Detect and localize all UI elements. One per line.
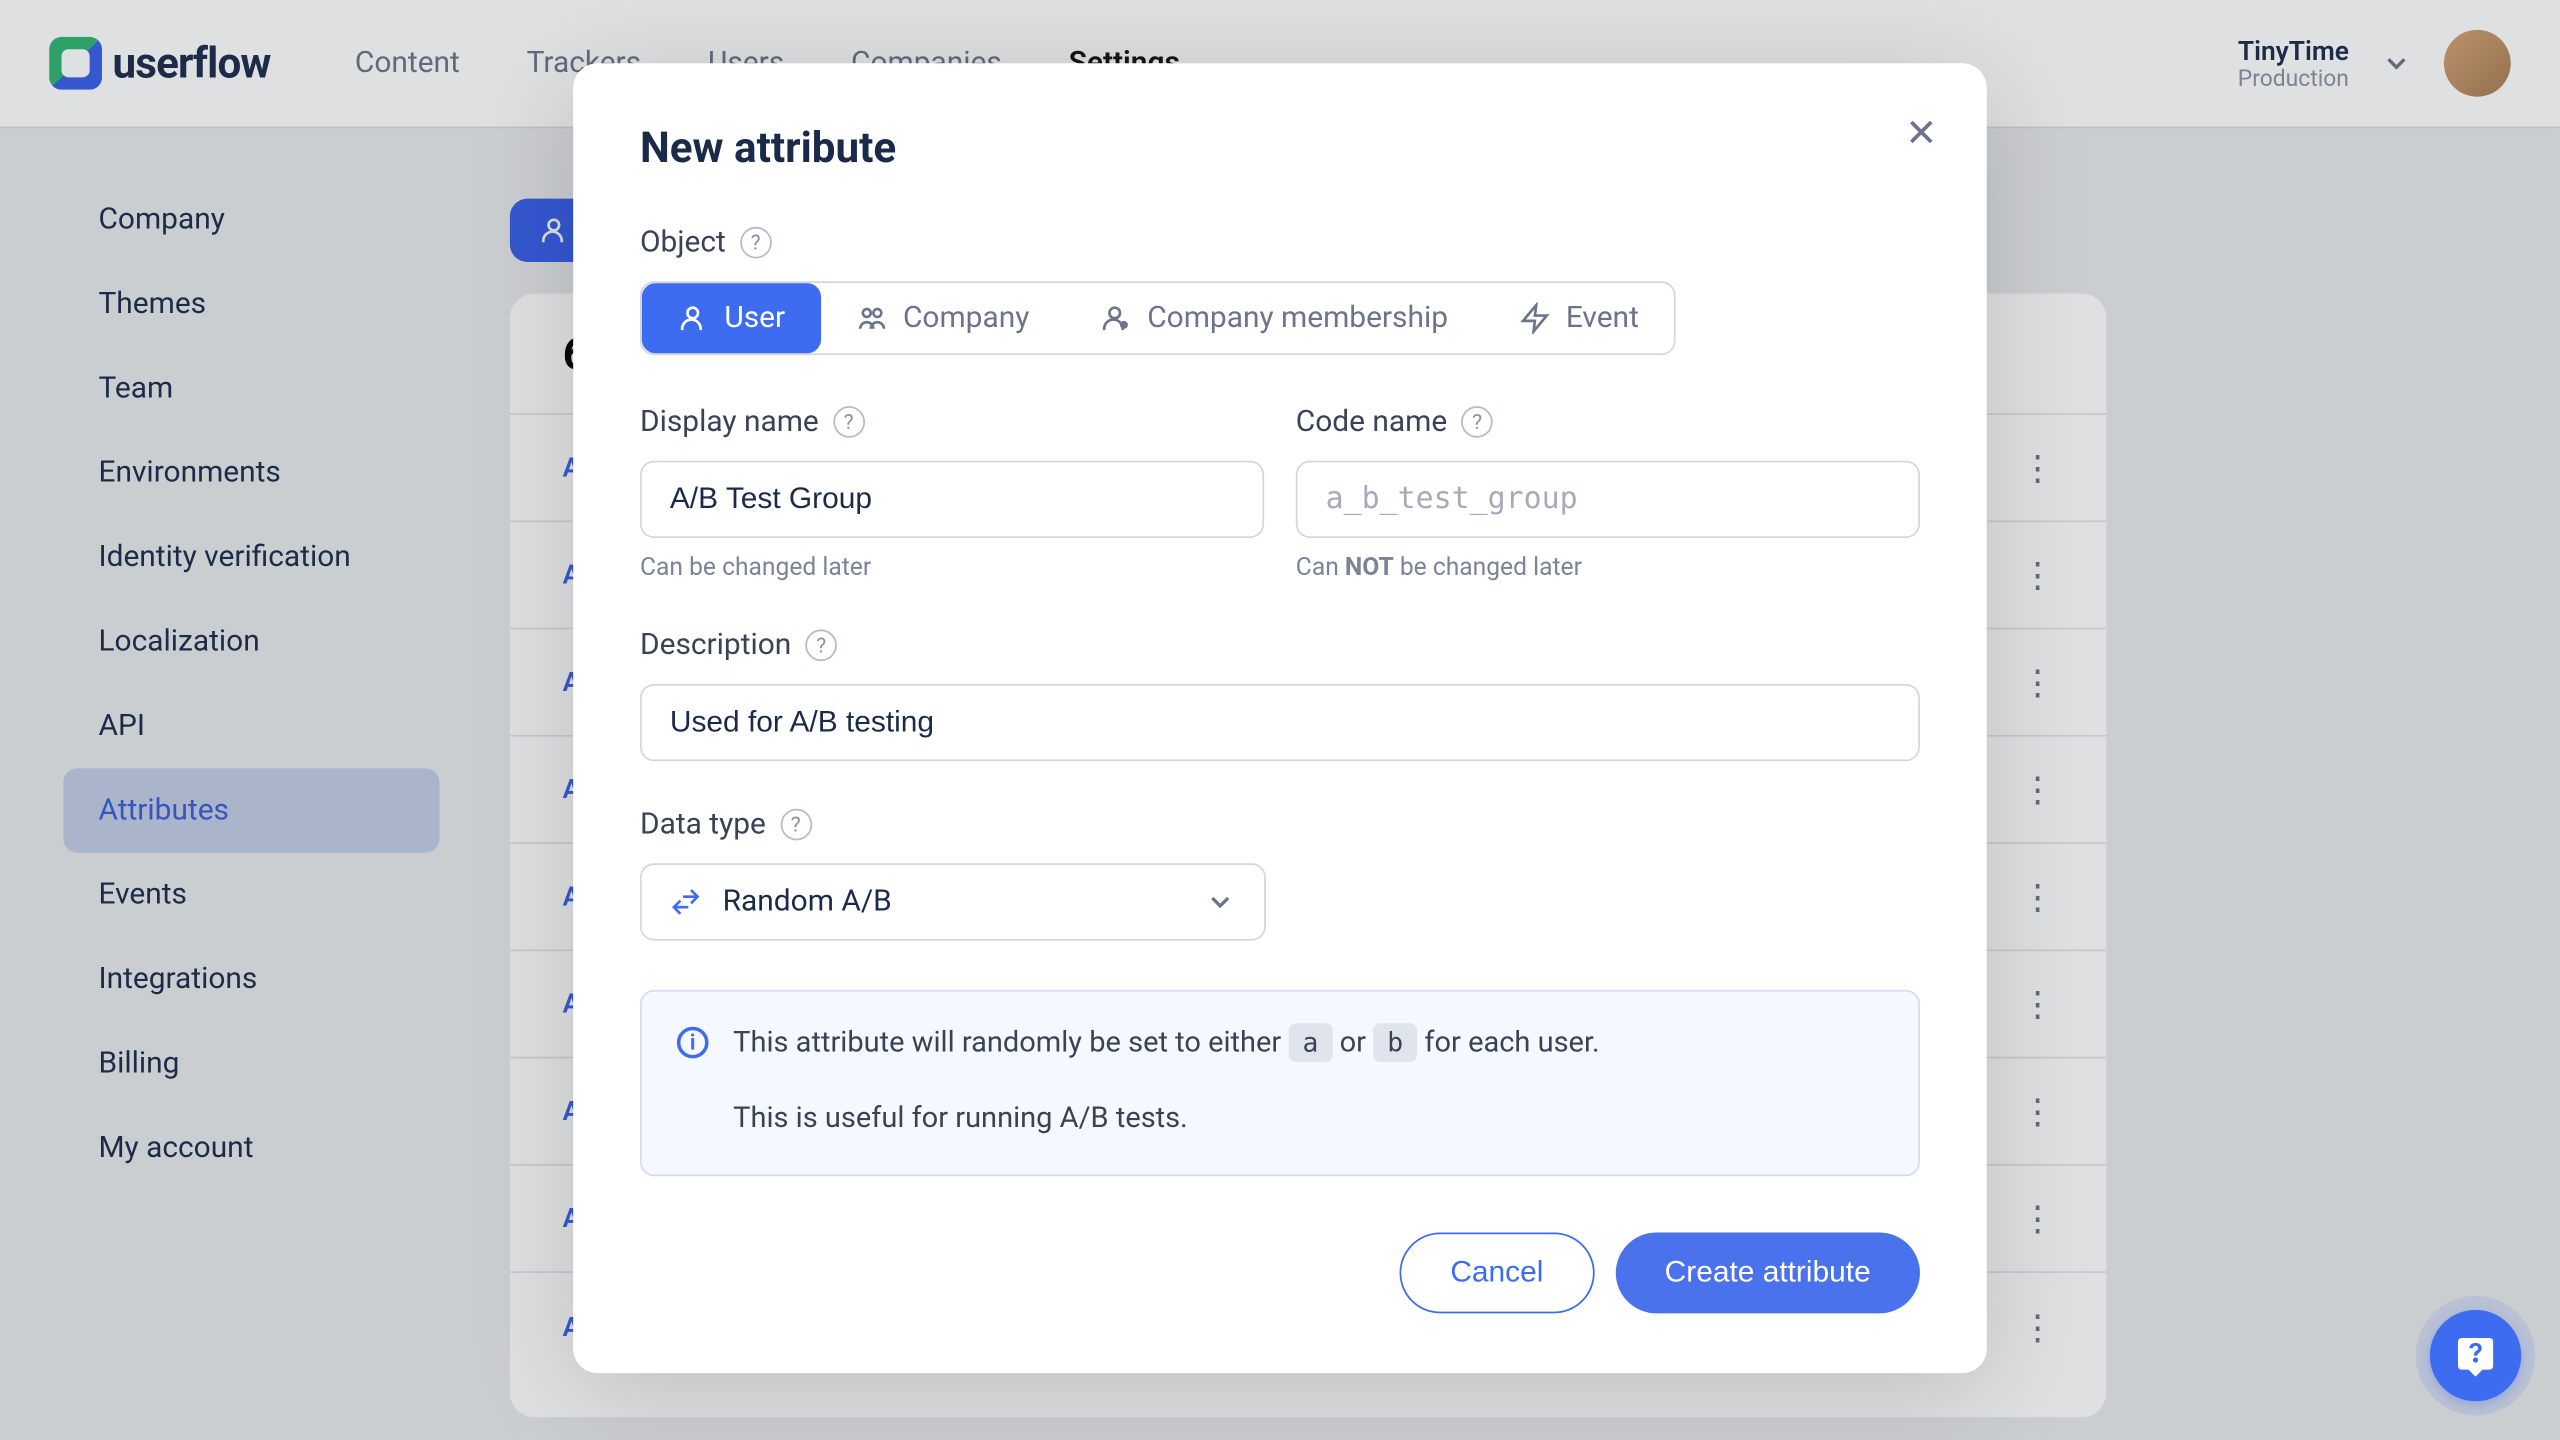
help-icon[interactable]: ? [780,809,812,841]
data-type-value: Random A/B [723,884,892,919]
object-company[interactable]: Company [820,283,1064,353]
create-attribute-button[interactable]: Create attribute [1615,1232,1919,1313]
help-icon[interactable]: ? [740,227,772,259]
modal-footer: Cancel Create attribute [640,1232,1920,1313]
display-name-input[interactable] [640,461,1264,538]
display-name-helper: Can be changed later [640,554,1264,582]
display-name-label: Display name ? [640,404,1264,439]
help-icon[interactable]: ? [805,629,837,661]
description-input[interactable] [640,684,1920,761]
info-text: This attribute will randomly be set to e… [733,1023,1600,1142]
new-attribute-modal: New attribute ✕ Object ? User Company Co… [573,63,1987,1372]
help-icon[interactable]: ? [833,406,865,438]
info-icon: i [677,1027,709,1059]
object-membership[interactable]: Company membership [1065,283,1484,353]
code-name-input[interactable] [1296,461,1920,538]
object-event[interactable]: Event [1483,283,1674,353]
object-user[interactable]: User [642,283,821,353]
info-box: i This attribute will randomly be set to… [640,990,1920,1175]
object-segmented: User Company Company membership Event [640,281,1676,355]
inline-code-b: b [1373,1023,1417,1062]
code-name-label: Code name ? [1296,404,1920,439]
modal-title: New attribute [640,123,1920,172]
description-label: Description ? [640,628,1920,663]
data-type-label: Data type ? [640,807,1920,842]
close-icon[interactable]: ✕ [1905,113,1937,157]
object-label: Object ? [640,225,1920,260]
code-name-helper: Can NOT be changed later [1296,554,1920,582]
help-icon[interactable]: ? [1461,406,1493,438]
data-type-select[interactable]: Random A/B [640,863,1266,940]
chevron-down-icon [1204,886,1236,918]
cancel-button[interactable]: Cancel [1399,1232,1594,1313]
inline-code-a: a [1288,1023,1332,1062]
help-launcher[interactable] [2430,1310,2521,1401]
